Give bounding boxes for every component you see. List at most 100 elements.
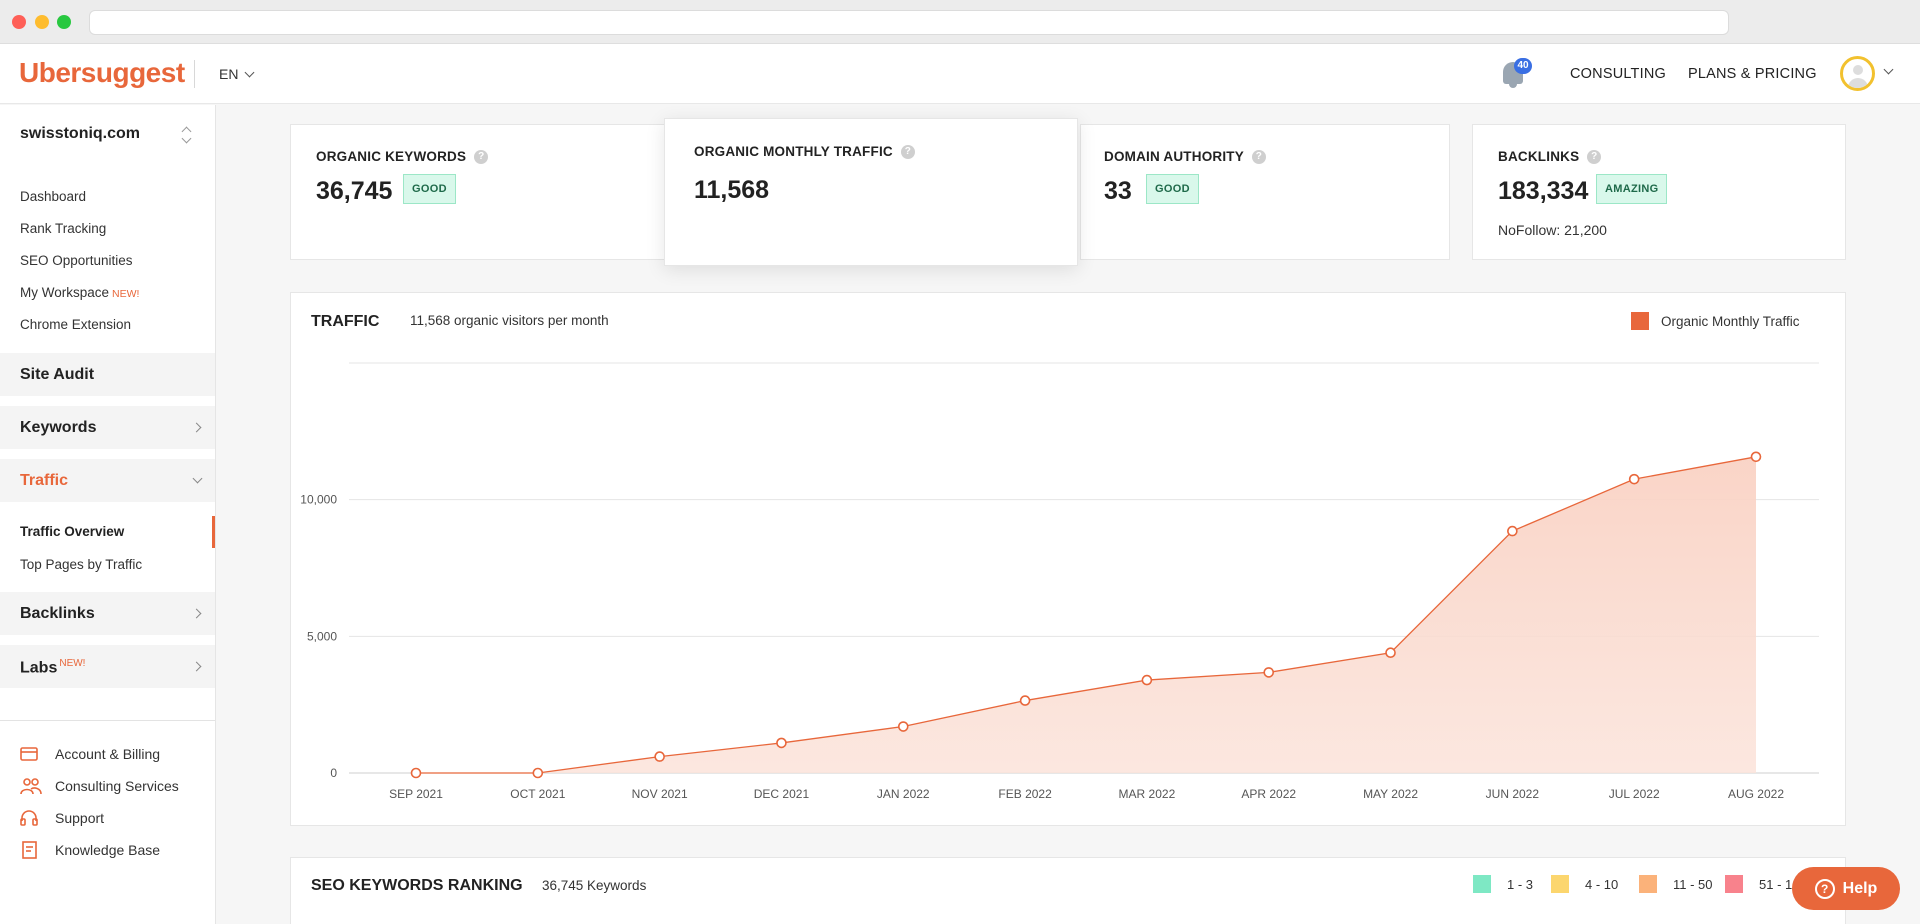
x-tick-label: APR 2022 [1241, 787, 1296, 801]
ranking-legend-item: 1 - 3 [1473, 875, 1533, 893]
sidebar-section-site-audit[interactable]: Site Audit [0, 353, 215, 396]
x-tick-label: AUG 2022 [1728, 787, 1784, 801]
sidebar-divider [0, 720, 215, 721]
metric-title: ORGANIC KEYWORDS [316, 149, 467, 164]
new-tag: NEW! [112, 288, 140, 300]
section-label: Traffic [20, 472, 69, 489]
language-selector[interactable]: EN [219, 66, 255, 82]
sidebar-item-top-pages-by-traffic[interactable]: Top Pages by Traffic [20, 557, 142, 572]
metric-value: 11,568 [694, 176, 770, 204]
project-switcher-icon[interactable] [181, 125, 193, 145]
status-badge: GOOD [403, 174, 456, 204]
sidebar-item-support[interactable]: Support [20, 809, 104, 827]
sidebar-section-keywords[interactable]: Keywords [0, 406, 215, 449]
y-tick-label: 0 [330, 766, 337, 780]
sidebar-item-account-billing[interactable]: Account & Billing [20, 745, 160, 763]
project-domain: swisstoniq.com [20, 125, 141, 142]
data-point [1507, 525, 1518, 537]
legend-label: 4 - 10 [1585, 876, 1619, 892]
sidebar-item-traffic-overview[interactable]: Traffic Overview [20, 524, 124, 539]
help-question-icon[interactable]: ? [1251, 149, 1266, 164]
traffic-card: TRAFFIC 11,568 organic visitors per mont… [290, 292, 1846, 826]
sidebar-item-dashboard[interactable]: Dashboard [20, 189, 86, 204]
sidebar-item-label: Support [55, 810, 105, 826]
sidebar-item-label: Account & Billing [55, 746, 161, 762]
x-tick-label: MAY 2022 [1363, 787, 1418, 801]
x-tick-label: JAN 2022 [877, 787, 930, 801]
new-tag: NEW! [59, 658, 86, 669]
chevron-down-icon [245, 67, 255, 77]
data-point [1263, 667, 1275, 678]
legend-swatch [1639, 875, 1657, 893]
x-tick-label: OCT 2021 [510, 787, 565, 801]
sidebar-item-label: Consulting Services [55, 778, 179, 794]
sidebar-item-my-workspace[interactable]: My Workspace NEW! [20, 285, 139, 300]
x-tick-label: JUL 2022 [1609, 787, 1660, 801]
x-tick-label: JUN 2022 [1486, 787, 1540, 801]
metric-value: 33 [1104, 177, 1132, 205]
metric-value: 36,745 [316, 177, 393, 205]
traffic-chart: 0 5,000 10,000 SEP 2021 OCT 2021 NOV 2021 DEC … [300, 362, 1819, 801]
nav-consulting[interactable]: CONSULTING [1570, 66, 1666, 82]
address-bar[interactable] [89, 10, 1729, 35]
y-tick-label: 10,000 [300, 493, 337, 507]
status-badge: GOOD [1146, 174, 1199, 204]
sidebar-section-labs[interactable]: Labs NEW! [0, 645, 215, 688]
data-point [897, 721, 909, 732]
maximize-window-button[interactable] [57, 15, 71, 29]
sidebar-item-chrome-extension[interactable]: Chrome Extension [20, 317, 131, 332]
data-point [532, 767, 544, 779]
metric-title: ORGANIC MONTHLY TRAFFIC [694, 144, 893, 159]
active-indicator [212, 516, 215, 548]
question-icon: ? [1814, 878, 1835, 899]
x-tick-label: FEB 2022 [998, 787, 1052, 801]
ranking-legend-item: 11 - 50 [1639, 875, 1713, 893]
sidebar-section-traffic[interactable]: Traffic [0, 459, 215, 502]
sidebar-item-consulting-services[interactable]: Consulting Services [20, 777, 179, 795]
ranking-title: SEO KEYWORDS RANKING [311, 877, 523, 894]
sidebar-section-backlinks[interactable]: Backlinks [0, 592, 215, 635]
data-point [410, 767, 422, 779]
data-point [1385, 647, 1396, 659]
account-menu-chevron-icon[interactable] [1883, 64, 1894, 75]
sidebar-item-label: My Workspace [20, 285, 110, 300]
notifications-badge: 40 [1514, 58, 1532, 74]
section-label: Site Audit [20, 366, 95, 383]
help-question-icon[interactable]: ? [900, 144, 915, 159]
close-window-button[interactable] [12, 15, 26, 29]
headset-icon [20, 809, 38, 827]
sidebar-item-seo-opportunities[interactable]: SEO Opportunities [20, 253, 133, 268]
seo-keywords-ranking-card: SEO KEYWORDS RANKING 36,745 Keywords 1 -… [290, 857, 1846, 924]
help-question-icon[interactable]: ? [1587, 149, 1602, 164]
help-button[interactable]: ? Help [1792, 867, 1900, 910]
ranking-legend-item: 51 - 10 [1725, 875, 1799, 893]
header-divider [194, 60, 195, 88]
app-header: Ubersuggest EN 40 CONSULTING PLANS & PRI… [0, 44, 1920, 104]
sidebar-item-knowledge-base[interactable]: Knowledge Base [20, 841, 160, 859]
legend-swatch [1551, 875, 1569, 893]
data-point [1628, 473, 1640, 485]
language-label: EN [219, 66, 239, 82]
x-tick-label: NOV 2021 [632, 787, 688, 801]
data-point [776, 737, 787, 749]
chevron-right-icon [191, 661, 202, 672]
minimize-window-button[interactable] [35, 15, 49, 29]
notifications-bell-icon[interactable]: 40 [1500, 58, 1532, 90]
card-organic-keywords: ORGANIC KEYWORDS ? 36,745 GOOD [290, 124, 690, 260]
status-badge: AMAZING [1596, 174, 1668, 204]
x-tick-label: SEP 2021 [389, 787, 443, 801]
credit-card-icon [20, 745, 38, 763]
legend-label: 11 - 50 [1673, 876, 1713, 892]
ubersuggest-logo[interactable]: Ubersuggest [19, 57, 185, 89]
avatar[interactable] [1840, 56, 1875, 91]
chevron-right-icon [191, 608, 202, 619]
sidebar-item-label: Knowledge Base [55, 842, 161, 858]
sidebar-item-rank-tracking[interactable]: Rank Tracking [20, 221, 106, 236]
chevron-right-icon [191, 422, 202, 433]
ranking-legend-item: 4 - 10 [1551, 875, 1618, 893]
section-label: Backlinks [20, 605, 95, 622]
people-icon [20, 777, 42, 795]
section-label: Labs [20, 659, 58, 677]
nav-plans-pricing[interactable]: PLANS & PRICING [1688, 66, 1817, 82]
help-question-icon[interactable]: ? [474, 149, 489, 164]
